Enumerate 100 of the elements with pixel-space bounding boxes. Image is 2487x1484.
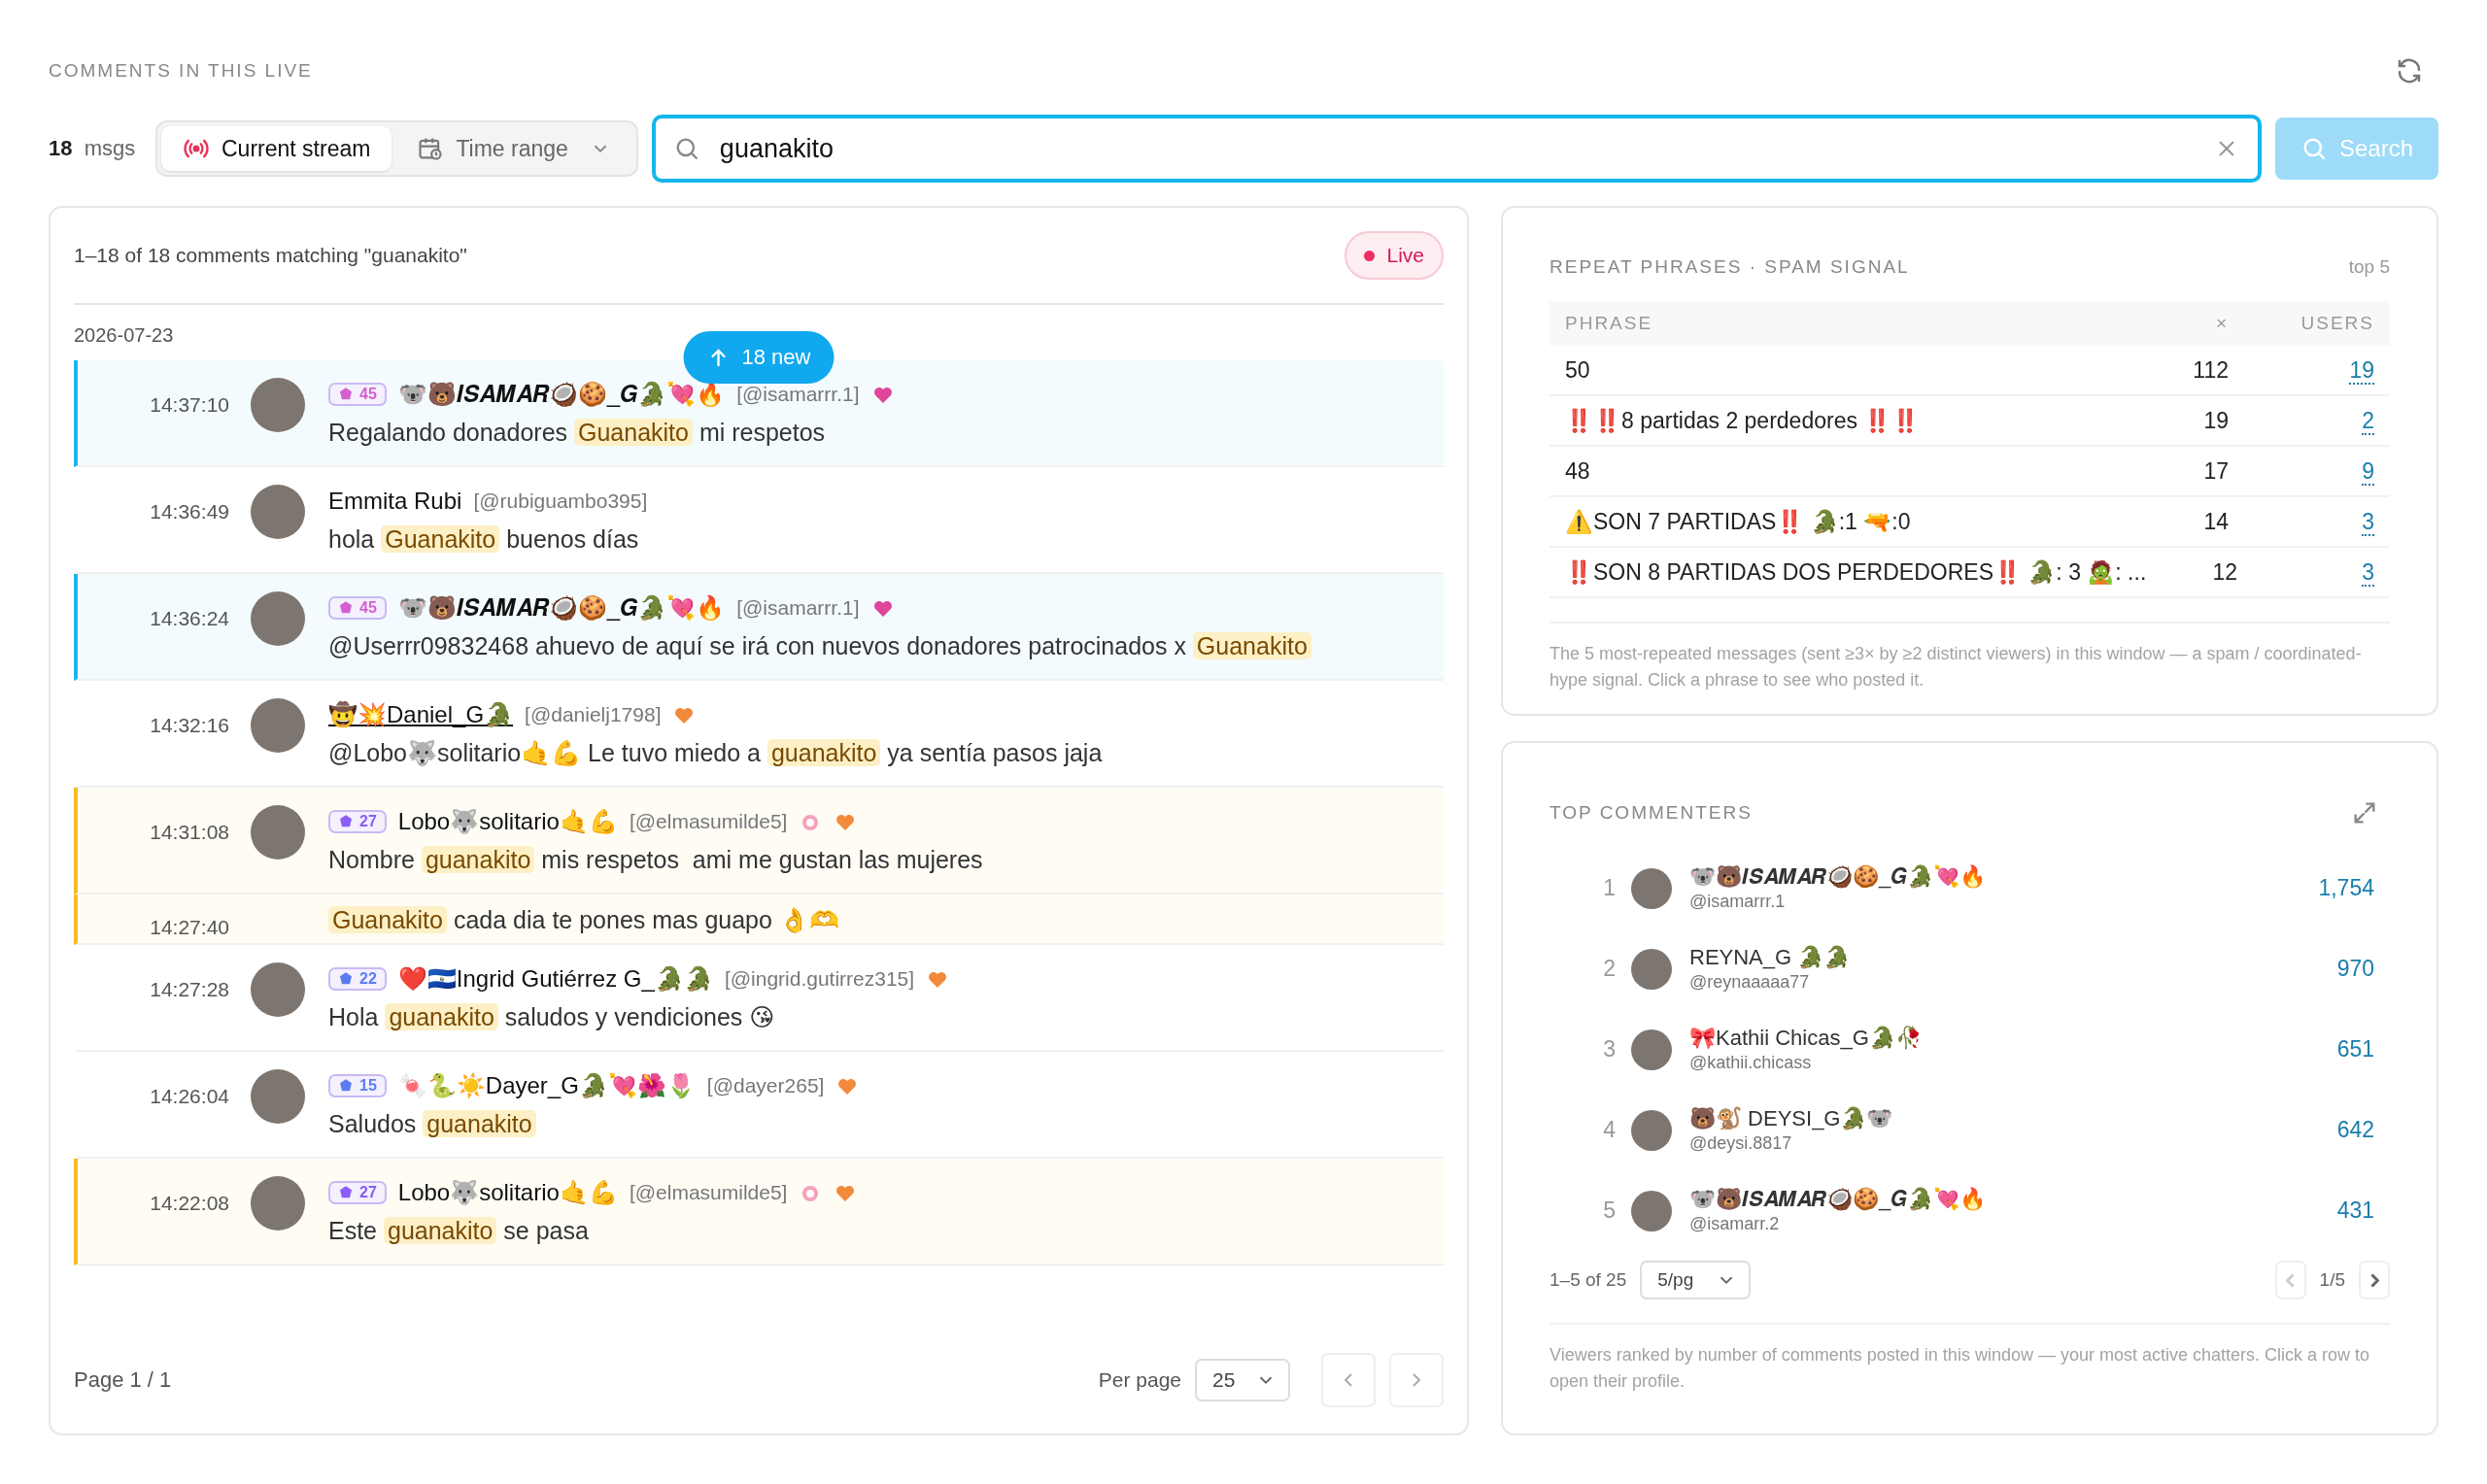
chevron-right-icon	[2369, 1272, 2379, 1288]
comment-time: 14:36:49	[149, 499, 229, 523]
users-link[interactable]: 19	[2349, 356, 2374, 385]
avatar	[1631, 1190, 1672, 1231]
per-page-label: Per page	[1098, 1368, 1181, 1392]
phrase-link[interactable]: 50	[1565, 356, 2131, 384]
rank-number: 5	[1602, 1197, 1616, 1224]
avatar	[251, 485, 305, 539]
panel-note: The 5 most-repeated messages (sent ≥3× by ≥2 distinct viewers) in this window — a spam / coordinated-hype signal. Click a phrase to see who posted it.	[1550, 622, 2390, 693]
comment-time: 14:27:40	[149, 915, 229, 939]
commenter-row[interactable]: 5 🐨🐻𝑰𝑺𝑨𝑴𝑨𝑹🥥🍪_𝑮🐊💘🔥 @isamarr.2 431	[1550, 1170, 2390, 1251]
user-handle: [@rubiguambo395]	[473, 489, 648, 513]
comment-time: 14:36:24	[149, 606, 229, 630]
avatar	[1631, 948, 1672, 990]
user-name[interactable]: 🤠💥Daniel_G🐊	[328, 701, 514, 728]
comment-count: 651	[2336, 1036, 2374, 1062]
page-indicator: 1/5	[2319, 1269, 2345, 1291]
user-name[interactable]: Emmita Rubi	[328, 488, 462, 515]
comment-count: 970	[2336, 956, 2374, 982]
per-page-select[interactable]: 5/pg	[1640, 1261, 1752, 1299]
range-label: 1–5 of 25	[1550, 1269, 1627, 1291]
commenter-row[interactable]: 2 REYNA_G 🐊🐊 @reynaaaaa77 970	[1550, 928, 2390, 1009]
rank-number: 1	[1602, 875, 1616, 901]
comment-text: Hola guanakito saludos y vendiciones 😘	[328, 1002, 776, 1032]
level-badge: 45	[328, 596, 387, 620]
users-link[interactable]: 9	[2362, 457, 2374, 486]
mode-tab[interactable]: Time range	[395, 126, 632, 171]
users-link[interactable]: 2	[2362, 407, 2374, 435]
column-header: PHRASE	[1565, 313, 1654, 334]
column-header: ×	[2214, 313, 2229, 334]
user-handle: [@isamarrr.1]	[736, 383, 860, 406]
level-badge: 27	[328, 1181, 387, 1204]
commenter-row[interactable]: 4 🐻🐒 DEYSI_G🐊🐨 @deysi.8817 642	[1550, 1090, 2390, 1170]
next-page-button[interactable]	[2359, 1261, 2390, 1299]
comment-time: 14:26:04	[149, 1084, 229, 1108]
user-name[interactable]: 🍬🐍☀Dayer_G🐊💘🌺🌷	[397, 1072, 696, 1099]
user-name: 🎀Kathii Chicas_G🐊🥀	[1689, 1026, 1923, 1051]
comment-text: @Lobo🐺solitario🤙💪 Le tuvo miedo a guanakito ya sentía pasos jaja	[328, 738, 1103, 768]
repeat-count: 17	[2202, 457, 2229, 485]
level-badge: 45	[328, 383, 387, 406]
user-handle: @deysi.8817	[1689, 1133, 1793, 1154]
level-badge: 15	[328, 1074, 387, 1097]
comment-text: Nombre guanakito mis respetos ami me gustan las mujeres	[328, 845, 983, 875]
date-label: 2026-07-23	[74, 324, 175, 347]
rank-number: 4	[1602, 1117, 1616, 1143]
commenter-row[interactable]: 3 🎀Kathii Chicas_G🐊🥀 @kathii.chicass 651	[1550, 1009, 2390, 1090]
search-field[interactable]: guanakito	[651, 115, 2262, 183]
section-title: COMMENTS IN THIS LIVE	[49, 60, 313, 82]
live-badge: Live	[1345, 231, 1444, 280]
comment-time: 14:22:08	[149, 1191, 229, 1215]
mode-tab[interactable]: Current stream	[161, 126, 392, 171]
user-handle: @reynaaaaa77	[1689, 972, 1811, 993]
avatar	[251, 962, 305, 1017]
avatar	[1631, 1029, 1672, 1070]
level-badge: 22	[328, 967, 387, 991]
panel-title: REPEAT PHRASES · SPAM SIGNAL	[1550, 256, 1910, 278]
user-handle: [@elmasumilde5]	[629, 1181, 788, 1204]
phrase-link[interactable]: 48	[1565, 457, 2131, 485]
rank-number: 3	[1602, 1036, 1616, 1062]
user-name: 🐨🐻𝑰𝑺𝑨𝑴𝑨𝑹🥥🍪_𝑮🐊💘🔥	[1689, 1187, 1988, 1212]
panel-title: TOP COMMENTERS	[1550, 802, 1753, 824]
comment-text: @Userrr09832468 ahuevo de aquí se irá con nuevos donadores patrocinados x Guanakito	[328, 630, 1312, 663]
comment-text: Saludos guanakito	[328, 1108, 860, 1141]
user-name[interactable]: ❤🇸🇻Ingrid Gutiérrez G_🐊🐊	[397, 965, 713, 993]
chevron-left-icon	[2286, 1272, 2296, 1288]
users-link[interactable]: 3	[2362, 558, 2374, 587]
message-count: 18 msgs	[49, 136, 137, 161]
user-handle: [@isamarrr.1]	[736, 596, 860, 620]
comment-text: Guanakito cada dia te pones mas guapo 👌🫶	[328, 904, 839, 937]
users-link[interactable]: 3	[2362, 508, 2374, 536]
phrase-link[interactable]: ⚠SON 7 PARTIDAS‼ 🐊:1 🔫:0	[1565, 508, 2131, 535]
level-badge: 27	[328, 810, 387, 833]
avatar	[251, 805, 305, 860]
avatar	[251, 1069, 305, 1124]
user-handle: @kathii.chicass	[1689, 1053, 1813, 1073]
results-summary: 1–18 of 18 comments matching "guanakito"	[74, 244, 467, 267]
user-handle: @isamarr.2	[1689, 1214, 1781, 1234]
user-name: 🐻🐒 DEYSI_G🐊🐨	[1689, 1106, 1894, 1131]
panel-note: Viewers ranked by number of comments posted in this window — your most active chatters. Click a row to open their profile.	[1550, 1323, 2390, 1395]
comment-time: 14:27:28	[149, 977, 229, 1001]
commenter-row[interactable]: 1 🐨🐻𝑰𝑺𝑨𝑴𝑨𝑹🥥🍪_𝑮🐊💘🔥 @isamarrr.1 1,754	[1550, 848, 2390, 928]
user-name: 🐨🐻𝑰𝑺𝑨𝑴𝑨𝑹🥥🍪_𝑮🐊💘🔥	[1689, 864, 1988, 890]
previous-page-button[interactable]	[2274, 1261, 2306, 1299]
page-indicator: Page 1 / 1	[74, 1367, 172, 1393]
avatar	[251, 1176, 305, 1231]
repeat-count: 112	[2192, 356, 2229, 384]
avatar	[251, 378, 305, 432]
phrase-link[interactable]: ‼‼8 partidas 2 perdedores ‼‼	[1565, 407, 2131, 434]
repeat-count: 14	[2202, 508, 2229, 535]
user-handle: [@danielj1798]	[525, 703, 662, 726]
avatar	[251, 591, 305, 646]
per-page-select[interactable]: 25	[1195, 1359, 1290, 1401]
user-handle: [@ingrid.gutirrez315]	[724, 967, 915, 991]
user-name: REYNA_G 🐊🐊	[1689, 945, 1852, 970]
user-handle: @isamarrr.1	[1689, 892, 1787, 912]
user-name[interactable]: 🐨🐻𝑰𝑺𝑨𝑴𝑨𝑹🥥🍪_𝑮🐊💘🔥	[397, 594, 726, 622]
user-name[interactable]: 🐨🐻𝑰𝑺𝑨𝑴𝑨𝑹🥥🍪_𝑮🐊💘🔥	[397, 381, 726, 408]
comment-text: hola Guanakito buenos días	[328, 524, 640, 555]
phrase-link[interactable]: ‼SON 8 PARTIDAS DOS PERDEDORES‼ 🐊: 3 🧟: ...	[1565, 558, 2147, 586]
repeat-count: 19	[2202, 407, 2229, 434]
